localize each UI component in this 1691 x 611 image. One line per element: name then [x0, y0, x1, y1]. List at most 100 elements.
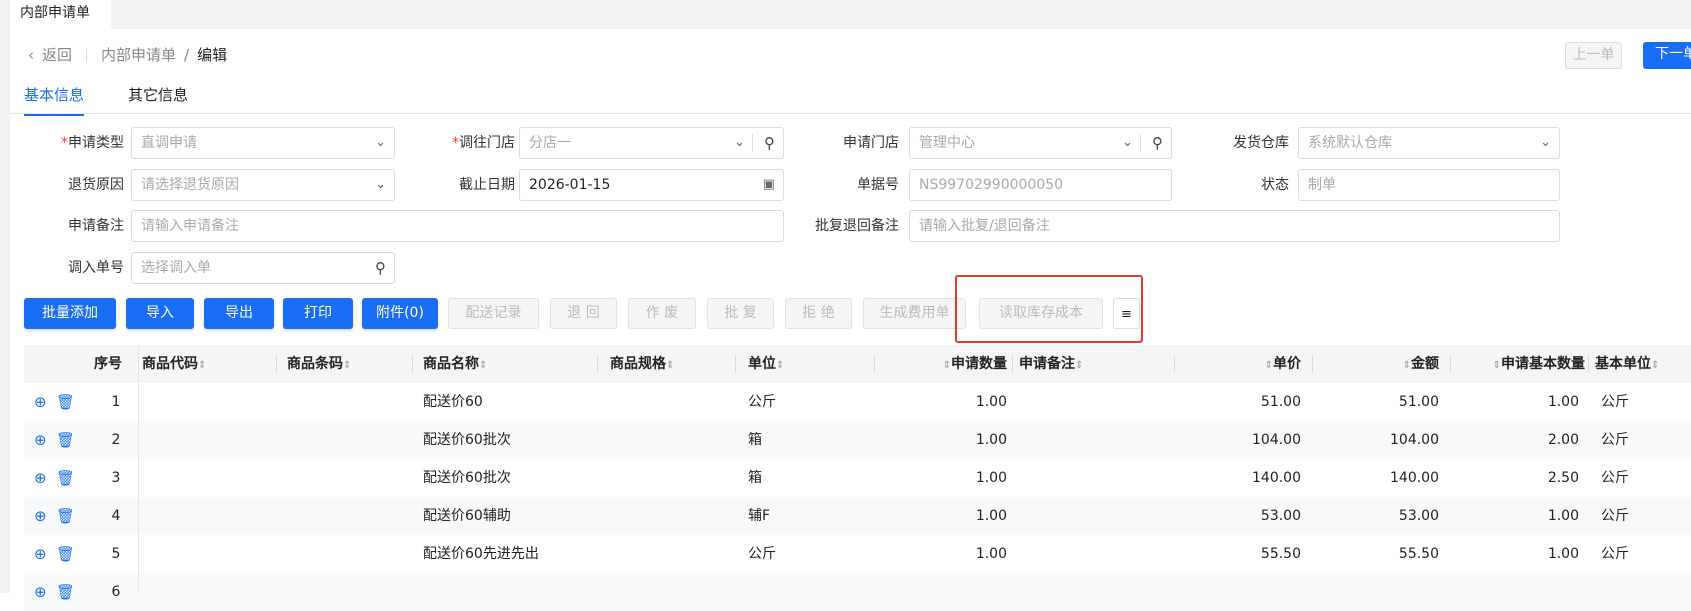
- void-button[interactable]: 作 废: [628, 298, 696, 329]
- apply-type-select[interactable]: 直调申请 ⌄: [131, 127, 395, 159]
- back-chevron-icon[interactable]: ‹: [28, 46, 34, 64]
- add-row-icon[interactable]: ⊕: [34, 383, 47, 421]
- delete-row-icon[interactable]: 🗑: [56, 573, 75, 611]
- cell-unit: 辅F: [748, 508, 771, 524]
- delete-row-icon[interactable]: 🗑: [56, 497, 75, 535]
- delete-row-icon[interactable]: 🗑: [56, 459, 75, 497]
- reply-note-input[interactable]: 请输入批复/退回备注: [909, 210, 1560, 242]
- add-row-icon[interactable]: ⊕: [34, 421, 47, 459]
- cell-unit: 箱: [748, 470, 762, 486]
- batch-add-button[interactable]: 批量添加: [24, 298, 116, 329]
- next-doc-button[interactable]: 下一单: [1643, 42, 1691, 69]
- to-store-select[interactable]: 分店一 ⌄ ⚲: [519, 127, 784, 159]
- col-code[interactable]: 商品代码⇕: [138, 345, 277, 383]
- delivery-record-button[interactable]: 配送记录: [448, 298, 539, 329]
- status-label: 状态: [1261, 177, 1289, 193]
- window-tab-bar: [0, 0, 1691, 29]
- add-row-icon[interactable]: ⊕: [34, 573, 47, 611]
- cell-seq: 3: [111, 470, 121, 486]
- return-reason-select[interactable]: 请选择退货原因 ⌄: [131, 169, 395, 201]
- divider: [86, 47, 88, 62]
- cell-unit: 公斤: [748, 546, 776, 562]
- ship-warehouse-select[interactable]: 系统默认仓库 ⌄: [1298, 127, 1560, 159]
- col-note[interactable]: 申请备注⇕: [1013, 345, 1175, 383]
- cell-price: 55.50: [1260, 546, 1301, 562]
- cell-qty: 1.00: [975, 394, 1007, 410]
- ship-warehouse-label: 发货仓库: [1233, 135, 1289, 151]
- col-price[interactable]: ⇕单价: [1175, 345, 1313, 383]
- tab-other-info[interactable]: 其它信息: [128, 84, 188, 116]
- cell-seq: 1: [111, 394, 121, 410]
- cell-seq: 2: [111, 432, 121, 448]
- attachment-button[interactable]: 附件(0): [362, 298, 438, 329]
- tab-bar: 基本信息 其它信息: [24, 84, 188, 116]
- col-amount[interactable]: ⇕金额: [1313, 345, 1451, 383]
- prev-doc-button[interactable]: 上一单: [1565, 42, 1622, 69]
- cell-amount: 55.50: [1398, 546, 1439, 562]
- chevron-down-icon: ⌄: [1540, 135, 1551, 150]
- cell-amount: 104.00: [1390, 432, 1439, 448]
- column-divider: [138, 345, 139, 593]
- table-row: ⊕ 🗑 1 配送价60 公斤 1.00 51.00 51.00 1.00 公斤: [24, 383, 1691, 421]
- generate-fee-button[interactable]: 生成费用单: [863, 298, 966, 329]
- approve-button[interactable]: 批 复: [707, 298, 774, 329]
- cell-amount: [1313, 573, 1439, 611]
- cell-base-qty: [1451, 573, 1579, 611]
- in-doc-label: 调入单号: [68, 260, 124, 276]
- col-barcode[interactable]: 商品条码⇕: [277, 345, 413, 383]
- col-base-unit[interactable]: 基本单位⇕: [1589, 345, 1691, 383]
- search-icon[interactable]: ⚲: [764, 128, 775, 158]
- add-row-icon[interactable]: ⊕: [34, 497, 47, 535]
- export-button[interactable]: 导出: [204, 298, 274, 329]
- breadcrumb-parent[interactable]: 内部申请单: [101, 44, 176, 65]
- search-icon[interactable]: ⚲: [1152, 128, 1163, 158]
- doc-no-label: 单据号: [857, 177, 899, 193]
- deadline-date-input[interactable]: 2026-01-15 ▣: [519, 169, 784, 201]
- doc-no-field: NS99702990000050: [909, 169, 1172, 201]
- add-row-icon[interactable]: ⊕: [34, 535, 47, 573]
- calendar-icon[interactable]: ▣: [763, 170, 775, 200]
- col-qty[interactable]: ⇕申请数量: [875, 345, 1013, 383]
- cell-amount: 53.00: [1398, 508, 1439, 524]
- apply-store-label: 申请门店: [843, 135, 899, 151]
- cell-qty: 1.00: [975, 546, 1007, 562]
- chevron-down-icon: ⌄: [375, 177, 386, 192]
- in-doc-input[interactable]: 选择调入单 ⚲: [131, 252, 395, 284]
- cell-seq: 4: [111, 508, 121, 524]
- cell-base-unit: 公斤: [1601, 432, 1629, 448]
- cell-price: 53.00: [1260, 508, 1301, 524]
- import-button[interactable]: 导入: [126, 298, 194, 329]
- status-field: 制单: [1298, 169, 1560, 201]
- chevron-down-icon: ⌄: [1122, 135, 1133, 150]
- breadcrumb-sep: /: [184, 45, 190, 64]
- left-gutter: [0, 29, 10, 593]
- reject-button[interactable]: 拒 绝: [785, 298, 852, 329]
- cell-amount: 51.00: [1398, 394, 1439, 410]
- back-link[interactable]: 返回: [42, 44, 72, 65]
- tab-basic-info[interactable]: 基本信息: [24, 84, 85, 116]
- col-name[interactable]: 商品名称⇕: [413, 345, 598, 383]
- tab-divider: [10, 113, 1691, 114]
- return-reason-label: 退货原因: [68, 177, 124, 193]
- breadcrumb-current: 编辑: [197, 46, 228, 64]
- return-button[interactable]: 退 回: [550, 298, 617, 329]
- col-unit[interactable]: 单位⇕: [736, 345, 875, 383]
- cell-base-qty: 1.00: [1547, 394, 1579, 410]
- col-base-qty[interactable]: ⇕申请基本数量: [1451, 345, 1589, 383]
- apply-note-input[interactable]: 请输入申请备注: [131, 210, 784, 242]
- delete-row-icon[interactable]: 🗑: [56, 421, 75, 459]
- search-icon[interactable]: ⚲: [375, 253, 386, 283]
- cell-base-unit: 公斤: [1601, 508, 1629, 524]
- window-tab[interactable]: 内部申请单: [10, 0, 111, 29]
- delete-row-icon[interactable]: 🗑: [56, 535, 75, 573]
- table-row: ⊕ 🗑 6: [24, 573, 1691, 611]
- add-row-icon[interactable]: ⊕: [34, 459, 47, 497]
- delete-row-icon[interactable]: 🗑: [56, 383, 75, 421]
- cell-base-unit: 公斤: [1601, 546, 1629, 562]
- cell-qty: 1.00: [975, 508, 1007, 524]
- col-spec[interactable]: 商品规格⇕: [598, 345, 736, 383]
- print-button[interactable]: 打印: [283, 298, 353, 329]
- table-row: ⊕ 🗑 4 配送价60辅助 辅F 1.00 53.00 53.00 1.00 公斤: [24, 497, 1691, 535]
- apply-store-select[interactable]: 管理中心 ⌄ ⚲: [909, 127, 1172, 159]
- cell-name: 配送价60批次: [423, 432, 511, 448]
